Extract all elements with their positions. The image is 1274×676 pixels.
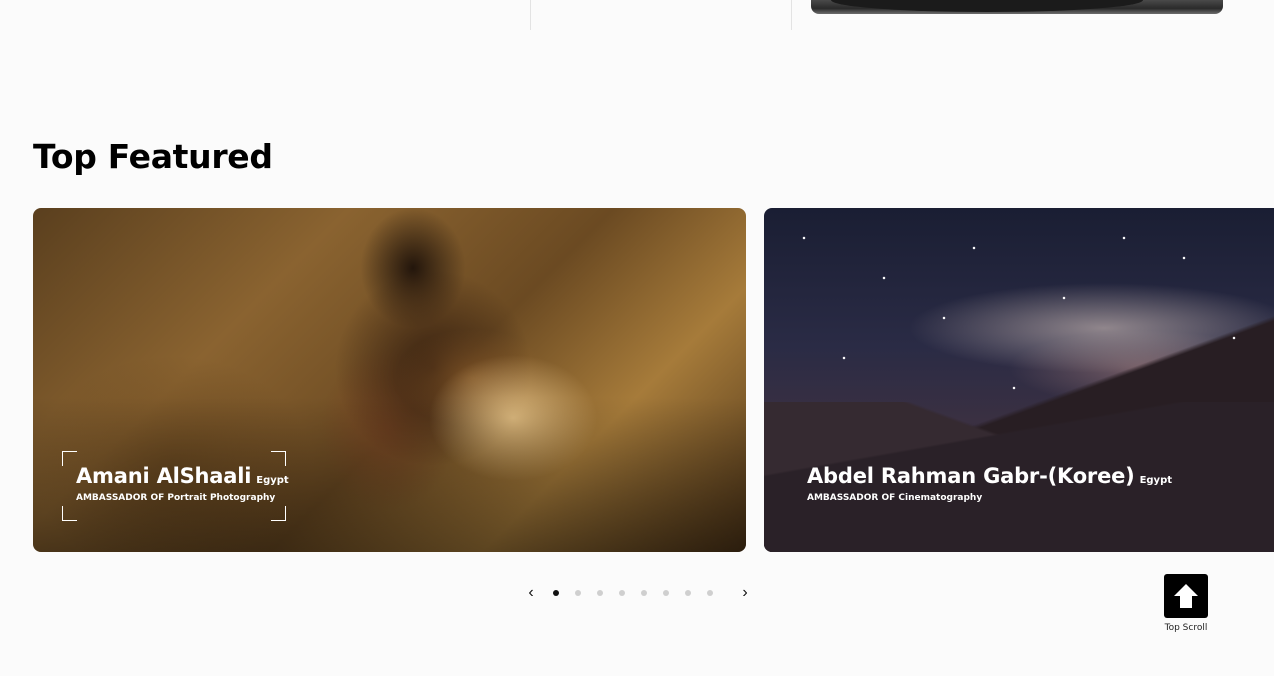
- pagination-dot[interactable]: [663, 590, 669, 596]
- previous-section-image[interactable]: [811, 0, 1223, 14]
- pagination-dot[interactable]: [575, 590, 581, 596]
- ambassador-role: AMBASSADOR OF Cinematography: [807, 493, 983, 503]
- card-caption: Amani AlShaali Egypt AMBASSADOR OF Portr…: [76, 464, 289, 503]
- ambassador-country: Egypt: [256, 475, 289, 486]
- caption-name-row: Abdel Rahman Gabr-(Koree) Egypt: [807, 464, 1172, 488]
- carousel-pagination: ‹ ›: [520, 583, 754, 603]
- top-scroll-label: Top Scroll: [1164, 623, 1208, 633]
- ambassador-name: Amani AlShaali: [76, 464, 252, 488]
- chevron-right-icon[interactable]: ›: [735, 583, 755, 603]
- page: Top Featured Amani AlShaali Egypt AMBASS…: [0, 0, 1274, 676]
- section-title: Top Featured: [33, 137, 273, 176]
- pagination-dot[interactable]: [597, 590, 603, 596]
- pagination-dot[interactable]: [641, 590, 647, 596]
- frame-corner: [62, 506, 77, 521]
- pagination-dots: [553, 590, 713, 596]
- column-divider: [530, 0, 531, 30]
- caption-name-row: Amani AlShaali Egypt: [76, 464, 289, 488]
- previous-section-remnant: [0, 0, 1274, 32]
- top-scroll-button[interactable]: Top Scroll: [1160, 574, 1212, 633]
- ambassador-role: AMBASSADOR OF Portrait Photography: [76, 493, 276, 503]
- frame-corner: [62, 451, 77, 466]
- frame-corner: [271, 506, 286, 521]
- pagination-dot[interactable]: [707, 590, 713, 596]
- column-divider: [791, 0, 792, 30]
- featured-card[interactable]: Amani AlShaali Egypt AMBASSADOR OF Portr…: [33, 208, 746, 552]
- featured-carousel: Amani AlShaali Egypt AMBASSADOR OF Portr…: [0, 208, 1274, 552]
- featured-card[interactable]: Abdel Rahman Gabr-(Koree) Egypt AMBASSAD…: [764, 208, 1274, 552]
- arrow-up-icon[interactable]: [1164, 574, 1208, 618]
- pagination-dot[interactable]: [685, 590, 691, 596]
- pagination-dot[interactable]: [619, 590, 625, 596]
- ambassador-name: Abdel Rahman Gabr-(Koree): [807, 464, 1135, 488]
- card-caption: Abdel Rahman Gabr-(Koree) Egypt AMBASSAD…: [807, 464, 1172, 503]
- ambassador-country: Egypt: [1139, 475, 1173, 486]
- pagination-dot[interactable]: [553, 590, 559, 596]
- chevron-left-icon[interactable]: ‹: [521, 583, 541, 603]
